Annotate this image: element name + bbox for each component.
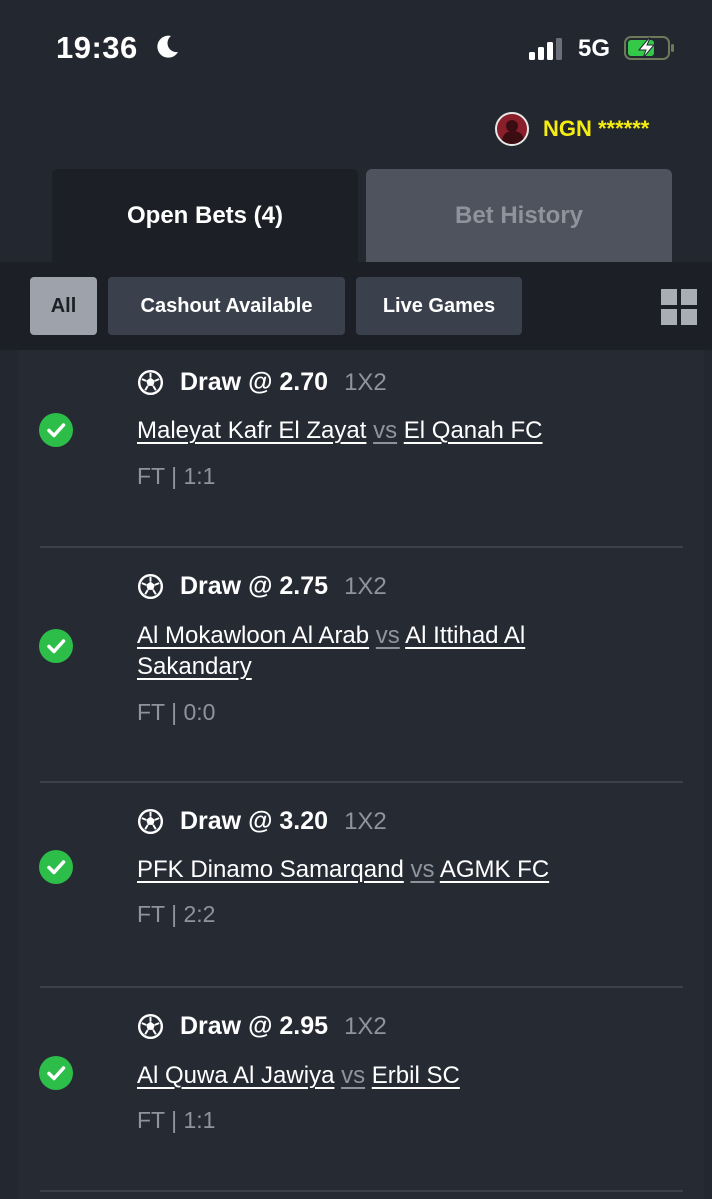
soccer-ball-icon bbox=[137, 1013, 164, 1040]
grid-view-icon[interactable] bbox=[661, 289, 697, 325]
match-title[interactable]: Al Quwa Al Jawiya vs Erbil SC bbox=[137, 1060, 617, 1091]
bet-pick: Draw @ 2.70 bbox=[180, 368, 329, 396]
check-circle-icon bbox=[39, 1056, 73, 1090]
bet-header: Draw @ 2.95 1X2 bbox=[137, 1012, 387, 1041]
bet-list: Draw @ 2.70 1X2 Maleyat Kafr El Zayat vs… bbox=[18, 350, 704, 1199]
away-team-link[interactable]: El Qanah FC bbox=[404, 417, 543, 444]
soccer-ball-icon bbox=[137, 573, 164, 600]
bet-card[interactable]: Draw @ 3.20 1X2 PFK Dinamo Samarqand vs … bbox=[18, 783, 704, 986]
check-circle-icon bbox=[39, 629, 73, 663]
check-circle-icon bbox=[39, 850, 73, 884]
moon-icon bbox=[157, 35, 178, 58]
battery-charging-icon bbox=[624, 36, 674, 60]
home-team-link[interactable]: Maleyat Kafr El Zayat bbox=[137, 417, 366, 444]
match-title[interactable]: Al Mokawloon Al Arab vs Al Ittihad Al Sa… bbox=[137, 620, 617, 682]
away-team-link[interactable]: Erbil SC bbox=[372, 1062, 460, 1089]
balance-label: NGN ****** bbox=[543, 116, 650, 141]
match-title[interactable]: Maleyat Kafr El Zayat vs El Qanah FC bbox=[137, 415, 617, 446]
away-team-link[interactable]: AGMK FC bbox=[440, 856, 549, 883]
bet-header: Draw @ 2.70 1X2 bbox=[137, 368, 387, 397]
bet-card[interactable]: Draw @ 2.70 1X2 Maleyat Kafr El Zayat vs… bbox=[18, 350, 704, 547]
filter-cashout-button[interactable]: Cashout Available bbox=[108, 277, 345, 335]
avatar[interactable] bbox=[495, 112, 529, 146]
vs-label: vs bbox=[375, 622, 400, 649]
network-label: 5G bbox=[578, 35, 611, 62]
vs-label: vs bbox=[341, 1062, 366, 1089]
divider bbox=[40, 1190, 683, 1192]
bet-card[interactable]: Draw @ 2.95 1X2 Al Quwa Al Jawiya vs Erb… bbox=[18, 988, 704, 1188]
filter-all-button[interactable]: All bbox=[30, 277, 97, 335]
check-circle-icon bbox=[39, 413, 73, 447]
bet-card[interactable]: Draw @ 2.75 1X2 Al Mokawloon Al Arab vs … bbox=[18, 548, 704, 781]
home-team-link[interactable]: Al Mokawloon Al Arab bbox=[137, 622, 369, 649]
bet-market: 1X2 bbox=[344, 572, 387, 600]
filter-live-games-button[interactable]: Live Games bbox=[356, 277, 522, 335]
status-time: 19:36 bbox=[56, 30, 138, 65]
bet-pick: Draw @ 2.75 bbox=[180, 572, 329, 600]
account-balance[interactable]: NGN ****** bbox=[495, 111, 649, 147]
soccer-ball-icon bbox=[137, 369, 164, 396]
home-team-link[interactable]: PFK Dinamo Samarqand bbox=[137, 856, 404, 883]
tab-bet-history[interactable]: Bet History bbox=[366, 169, 672, 262]
bet-market: 1X2 bbox=[344, 368, 387, 396]
filter-bar: All Cashout Available Live Games bbox=[0, 262, 712, 350]
vs-label: vs bbox=[373, 417, 398, 444]
vs-label: vs bbox=[410, 856, 435, 883]
match-title[interactable]: PFK Dinamo Samarqand vs AGMK FC bbox=[137, 854, 617, 885]
bet-pick: Draw @ 3.20 bbox=[180, 807, 329, 835]
home-team-link[interactable]: Al Quwa Al Jawiya bbox=[137, 1062, 334, 1089]
tab-open-bets[interactable]: Open Bets (4) bbox=[52, 169, 358, 262]
bet-pick: Draw @ 2.95 bbox=[180, 1012, 329, 1040]
match-result: FT | 0:0 bbox=[137, 699, 216, 725]
bet-header: Draw @ 2.75 1X2 bbox=[137, 572, 387, 601]
match-result: FT | 1:1 bbox=[137, 1107, 216, 1133]
match-result: FT | 2:2 bbox=[137, 901, 216, 927]
bet-market: 1X2 bbox=[344, 807, 387, 835]
bet-header: Draw @ 3.20 1X2 bbox=[137, 807, 387, 836]
bet-market: 1X2 bbox=[344, 1012, 387, 1040]
status-bar: 19:36 5G bbox=[0, 0, 712, 96]
match-result: FT | 1:1 bbox=[137, 463, 216, 489]
signal-icon bbox=[529, 38, 562, 60]
soccer-ball-icon bbox=[137, 808, 164, 835]
